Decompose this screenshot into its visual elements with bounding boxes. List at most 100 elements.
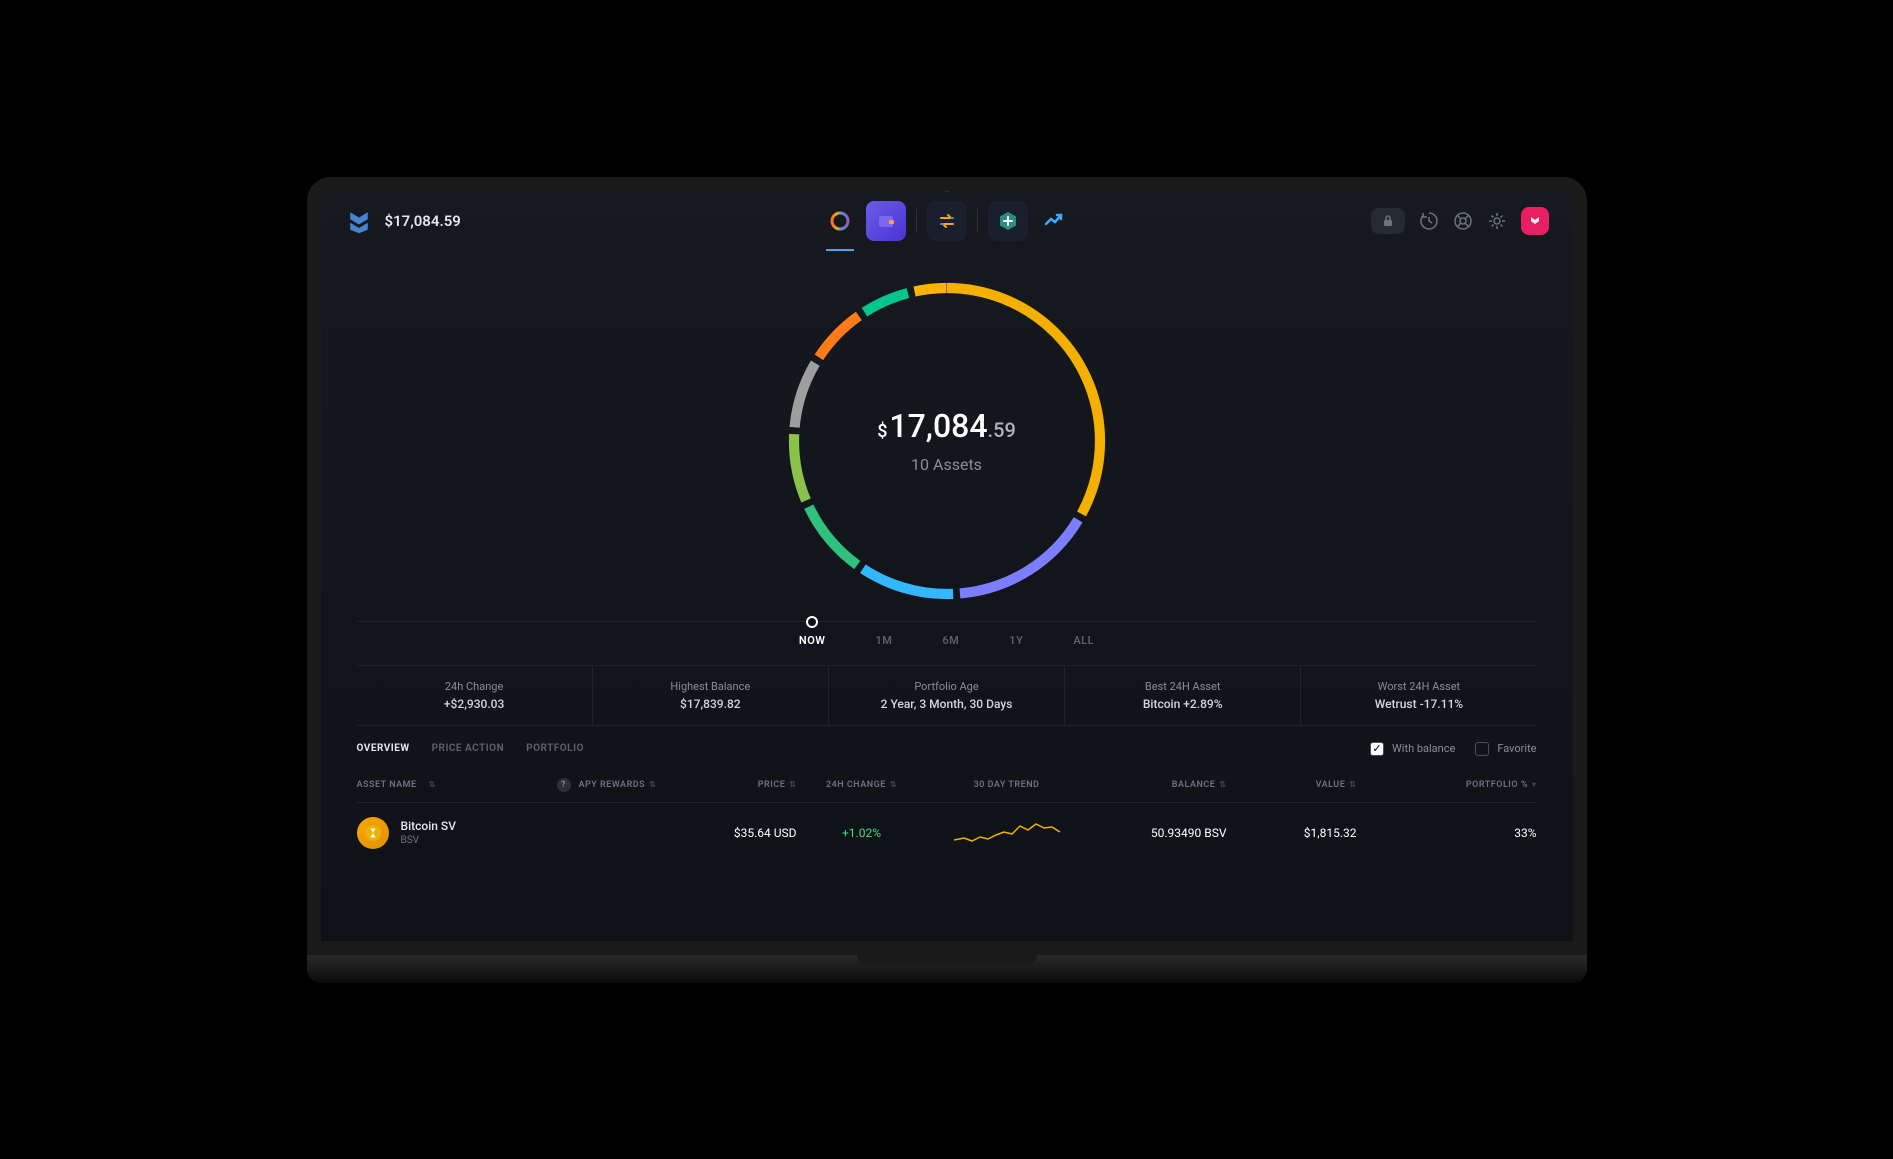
balance-whole: 17,084 xyxy=(889,407,987,445)
nav-tab-exchange[interactable] xyxy=(927,201,967,241)
nav-divider xyxy=(977,209,978,233)
donut-center: $ 17,084 .59 10 Assets xyxy=(777,271,1117,611)
add-hex-icon xyxy=(997,210,1019,232)
camera-dot xyxy=(942,182,952,192)
donut-balance: $ 17,084 .59 xyxy=(877,407,1016,445)
table-header: ASSET NAME⇅ ?APY REWARDS⇅ PRICE⇅ 24H CHA… xyxy=(357,768,1537,803)
nav-tab-add[interactable] xyxy=(988,201,1028,241)
exodus-logo-icon xyxy=(345,207,373,235)
portfolio-pct-cell: 33% xyxy=(1427,826,1537,840)
nav-tabs xyxy=(820,201,1074,241)
stat-value: Wetrust -17.11% xyxy=(1309,697,1528,711)
filters: ✓ With balance Favorite xyxy=(1370,742,1536,756)
laptop-frame: $17,084.59 xyxy=(307,177,1587,983)
stat-label: 24h Change xyxy=(365,680,584,693)
stat-value: $17,839.82 xyxy=(601,697,820,711)
bsv-icon xyxy=(357,817,389,849)
time-tab-6m[interactable]: 6M xyxy=(942,634,959,647)
lock-button[interactable] xyxy=(1371,208,1405,234)
view-tab-price-action[interactable]: PRICE ACTION xyxy=(432,743,505,754)
th-balance[interactable]: BALANCE⇅ xyxy=(1087,778,1227,792)
sort-icon: ⇅ xyxy=(429,780,436,789)
stat-label: Worst 24H Asset xyxy=(1309,680,1528,693)
logo-area: $17,084.59 xyxy=(345,207,461,235)
header-actions xyxy=(1371,207,1549,235)
checkbox-icon xyxy=(1475,742,1489,756)
lock-icon xyxy=(1381,214,1395,228)
price-cell: $35.64 USD xyxy=(667,826,797,840)
sort-down-icon: ▾ xyxy=(1532,780,1537,789)
trend-cell xyxy=(927,818,1087,848)
stat-value: Bitcoin +2.89% xyxy=(1073,697,1292,711)
th-price[interactable]: PRICE⇅ xyxy=(667,778,797,792)
support-icon[interactable] xyxy=(1453,211,1473,231)
filter-with-balance[interactable]: ✓ With balance xyxy=(1370,742,1455,756)
stat-value: +$2,930.03 xyxy=(365,697,584,711)
view-tab-portfolio[interactable]: PORTFOLIO xyxy=(526,743,584,754)
filter-label: Favorite xyxy=(1497,742,1536,755)
th-30d-trend[interactable]: 30 DAY TREND xyxy=(927,778,1087,792)
sort-icon: ⇅ xyxy=(1349,780,1356,789)
stat-portfolio-age: Portfolio Age 2 Year, 3 Month, 30 Days xyxy=(829,666,1065,725)
change-cell: +1.02% xyxy=(797,826,927,840)
nav-tab-portfolio[interactable] xyxy=(820,201,860,241)
balance-cents: .59 xyxy=(988,418,1016,442)
table-controls: OVERVIEW PRICE ACTION PORTFOLIO ✓ With b… xyxy=(357,726,1537,768)
trend-icon xyxy=(1043,210,1065,232)
stat-value: 2 Year, 3 Month, 30 Days xyxy=(837,697,1056,711)
th-value[interactable]: VALUE⇅ xyxy=(1227,778,1357,792)
asset-symbol: BSV xyxy=(401,835,456,846)
time-tab-now[interactable]: NOW xyxy=(799,634,826,647)
gear-icon[interactable] xyxy=(1487,211,1507,231)
nav-divider xyxy=(916,209,917,233)
brand-badge[interactable] xyxy=(1521,207,1549,235)
balance-cell: 50.93490 BSV xyxy=(1087,826,1227,840)
stat-worst-asset: Worst 24H Asset Wetrust -17.11% xyxy=(1301,666,1536,725)
stat-label: Portfolio Age xyxy=(837,680,1056,693)
time-range-tabs: NOW 1M 6M 1Y ALL xyxy=(357,621,1537,665)
filter-favorite[interactable]: Favorite xyxy=(1475,742,1536,756)
asset-cell: Bitcoin SV BSV xyxy=(357,817,557,849)
th-apy-rewards[interactable]: ?APY REWARDS⇅ xyxy=(557,778,667,792)
sort-icon: ⇅ xyxy=(1219,780,1226,789)
stat-best-asset: Best 24H Asset Bitcoin +2.89% xyxy=(1065,666,1301,725)
th-portfolio-pct[interactable]: PORTFOLIO %▾ xyxy=(1427,778,1537,792)
portfolio-donut: $ 17,084 .59 10 Assets xyxy=(777,271,1117,611)
app-header: $17,084.59 xyxy=(321,191,1573,251)
laptop-base xyxy=(307,955,1587,983)
app-window: $17,084.59 xyxy=(321,191,1573,941)
stat-label: Best 24H Asset xyxy=(1073,680,1292,693)
sparkline-icon xyxy=(952,818,1062,848)
sort-icon: ⇅ xyxy=(890,780,897,789)
laptop-screen: $17,084.59 xyxy=(307,177,1587,955)
main-content: $ 17,084 .59 10 Assets NOW 1M 6M 1Y ALL xyxy=(321,251,1573,941)
chart-area: $ 17,084 .59 10 Assets xyxy=(357,251,1537,621)
wallet-icon xyxy=(876,211,896,231)
brand-hex-icon xyxy=(1527,213,1543,229)
donut-icon xyxy=(828,209,852,233)
stat-highest-balance: Highest Balance $17,839.82 xyxy=(593,666,829,725)
time-tab-1y[interactable]: 1Y xyxy=(1009,634,1023,647)
nav-tab-trends[interactable] xyxy=(1034,201,1074,241)
stat-24h-change: 24h Change +$2,930.03 xyxy=(357,666,593,725)
view-tabs: OVERVIEW PRICE ACTION PORTFOLIO xyxy=(357,743,584,754)
sort-icon: ⇅ xyxy=(789,780,796,789)
nav-tab-wallet[interactable] xyxy=(866,201,906,241)
assets-count: 10 Assets xyxy=(911,455,982,474)
stat-label: Highest Balance xyxy=(601,680,820,693)
th-asset-name[interactable]: ASSET NAME⇅ xyxy=(357,778,557,792)
sort-icon: ⇅ xyxy=(649,780,656,789)
filter-label: With balance xyxy=(1392,742,1455,755)
exchange-icon xyxy=(937,211,957,231)
checkbox-checked-icon: ✓ xyxy=(1370,742,1384,756)
history-icon[interactable] xyxy=(1419,211,1439,231)
th-24h-change[interactable]: 24H CHANGE⇅ xyxy=(797,778,927,792)
currency-symbol: $ xyxy=(877,421,887,442)
help-icon: ? xyxy=(557,778,571,792)
header-balance: $17,084.59 xyxy=(385,212,461,230)
time-tab-1m[interactable]: 1M xyxy=(875,634,892,647)
view-tab-overview[interactable]: OVERVIEW xyxy=(357,743,410,754)
table-row[interactable]: Bitcoin SV BSV $35.64 USD +1.02% 50.9349… xyxy=(357,803,1537,863)
stats-row: 24h Change +$2,930.03 Highest Balance $1… xyxy=(357,665,1537,726)
time-tab-all[interactable]: ALL xyxy=(1073,634,1094,647)
